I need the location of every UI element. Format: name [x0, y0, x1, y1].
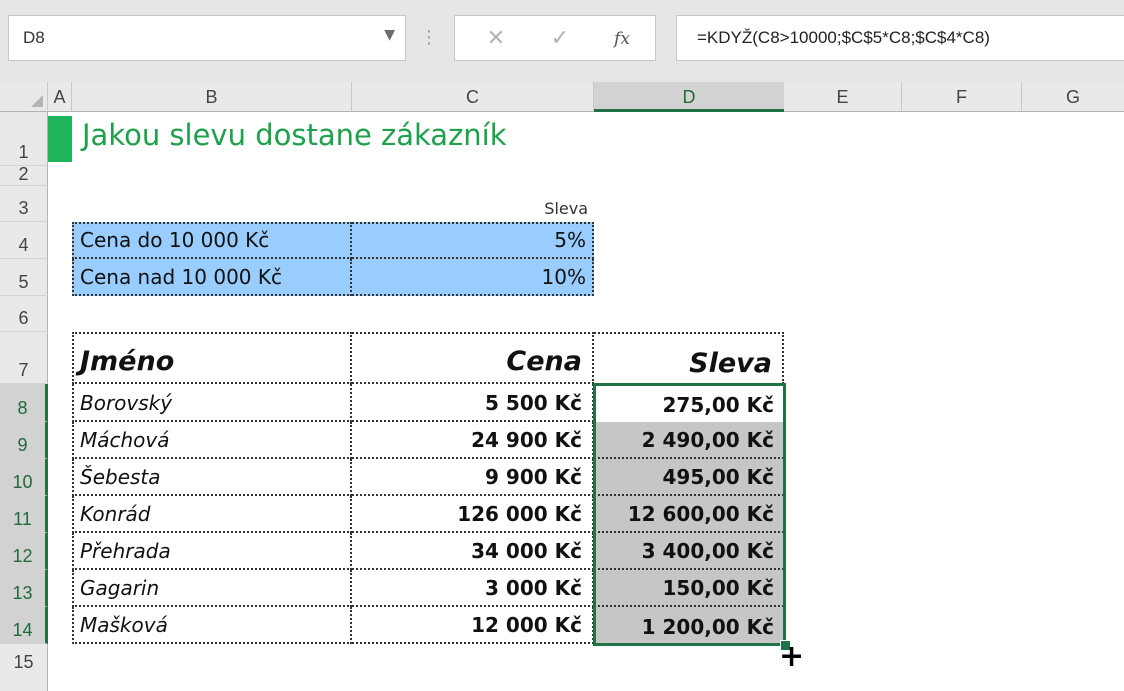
enter-icon[interactable]: ✓	[545, 25, 575, 53]
row-header-7[interactable]: 7	[0, 332, 48, 384]
formula-buttons: ✕ ✓ fx	[454, 15, 656, 61]
row-header-11[interactable]: 11	[0, 496, 48, 533]
discount-value-cell[interactable]: 5%	[352, 222, 594, 259]
column-header-g[interactable]: G	[1022, 82, 1124, 112]
select-all-corner[interactable]	[0, 82, 48, 112]
table-row-discount[interactable]: 495,00 Kč	[594, 459, 784, 496]
table-row-price[interactable]: 24 900 Kč	[352, 422, 594, 459]
column-header-e[interactable]: E	[784, 82, 902, 112]
table-row-price[interactable]: 12 000 Kč	[352, 607, 594, 644]
row-header-8[interactable]: 8	[0, 384, 48, 422]
crosshair-cursor-icon: +	[779, 639, 805, 674]
table-row-discount[interactable]: 2 490,00 Kč	[594, 422, 784, 459]
table-row-name[interactable]: Šebesta	[72, 459, 352, 496]
row-header-12[interactable]: 12	[0, 533, 48, 570]
grip-handle-icon[interactable]: ⋮	[419, 21, 439, 55]
spreadsheet-grid[interactable]: A B C D E F G 1 2 3 4 5 6 7 8 9 10 11 12…	[0, 82, 1124, 691]
table-row-discount[interactable]: 1 200,00 Kč	[594, 607, 784, 644]
row-header-15[interactable]: 15	[0, 644, 48, 691]
row-header-2[interactable]: 2	[0, 164, 48, 186]
table-row-discount[interactable]: 275,00 Kč	[594, 384, 784, 422]
table-header-discount[interactable]: Sleva	[594, 332, 784, 384]
column-header-f[interactable]: F	[902, 82, 1022, 112]
insert-function-icon[interactable]: fx	[607, 25, 637, 53]
sheet-title: Jakou slevu dostane zákazník	[82, 118, 507, 152]
table-row-discount[interactable]: 150,00 Kč	[594, 570, 784, 607]
formula-text: =KDYŽ(C8>10000;$C$5*C8;$C$4*C8)	[697, 28, 990, 47]
row-header-6[interactable]: 6	[0, 296, 48, 332]
table-row-price[interactable]: 9 900 Kč	[352, 459, 594, 496]
table-header-name[interactable]: Jméno	[72, 332, 352, 384]
column-header-a[interactable]: A	[48, 82, 72, 112]
table-row-name[interactable]: Gagarin	[72, 570, 352, 607]
column-header-c[interactable]: C	[352, 82, 594, 112]
table-row-price[interactable]: 3 000 Kč	[352, 570, 594, 607]
row-header-1[interactable]: 1	[0, 112, 48, 166]
table-row-price[interactable]: 34 000 Kč	[352, 533, 594, 570]
row-header-10[interactable]: 10	[0, 459, 48, 496]
caret-down-icon[interactable]: ▼	[384, 27, 395, 43]
table-header-price[interactable]: Cena	[352, 332, 594, 384]
formula-bar[interactable]: =KDYŽ(C8>10000;$C$5*C8;$C$4*C8)	[676, 15, 1124, 61]
row-header-4[interactable]: 4	[0, 222, 48, 259]
column-header-d[interactable]: D	[594, 82, 784, 112]
row-header-5[interactable]: 5	[0, 259, 48, 296]
table-row-price[interactable]: 126 000 Kč	[352, 496, 594, 533]
row-header-3[interactable]: 3	[0, 186, 48, 222]
discount-table-header[interactable]: Sleva	[352, 186, 594, 222]
row-header-14[interactable]: 14	[0, 607, 48, 644]
title-marker	[48, 116, 72, 162]
discount-label-cell[interactable]: Cena do 10 000 Kč	[72, 222, 352, 259]
table-row-name[interactable]: Mašková	[72, 607, 352, 644]
discount-value-cell[interactable]: 10%	[352, 259, 594, 296]
discount-label-cell[interactable]: Cena nad 10 000 Kč	[72, 259, 352, 296]
table-row-name[interactable]: Přehrada	[72, 533, 352, 570]
name-box[interactable]: D8 ▼	[8, 15, 406, 61]
table-row-price[interactable]: 5 500 Kč	[352, 384, 594, 422]
column-header-b[interactable]: B	[72, 82, 352, 112]
table-row-discount[interactable]: 12 600,00 Kč	[594, 496, 784, 533]
table-row-name[interactable]: Borovský	[72, 384, 352, 422]
cancel-icon[interactable]: ✕	[481, 25, 511, 53]
table-row-discount[interactable]: 3 400,00 Kč	[594, 533, 784, 570]
formula-toolbar: D8 ▼ ⋮ ✕ ✓ fx =KDYŽ(C8>10000;$C$5*C8;$C$…	[0, 0, 1124, 82]
table-row-name[interactable]: Konrád	[72, 496, 352, 533]
row-header-13[interactable]: 13	[0, 570, 48, 607]
table-row-name[interactable]: Máchová	[72, 422, 352, 459]
name-box-value: D8	[23, 28, 45, 47]
row-header-9[interactable]: 9	[0, 422, 48, 459]
